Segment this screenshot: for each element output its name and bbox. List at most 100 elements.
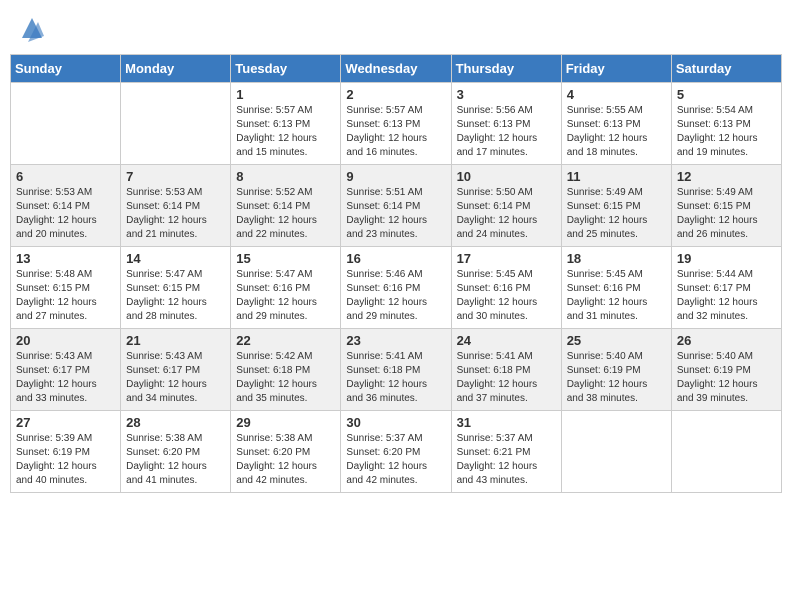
- day-info: Sunrise: 5:37 AM Sunset: 6:21 PM Dayligh…: [457, 432, 556, 488]
- day-number: 22: [236, 333, 335, 348]
- logo: [18, 14, 44, 42]
- day-info: Sunrise: 5:48 AM Sunset: 6:15 PM Dayligh…: [16, 268, 115, 324]
- calendar-week-2: 6 Sunrise: 5:53 AM Sunset: 6:14 PM Daylig…: [11, 165, 782, 247]
- day-info: Sunrise: 5:56 AM Sunset: 6:13 PM Dayligh…: [457, 104, 556, 160]
- calendar-cell: 4 Sunrise: 5:55 AM Sunset: 6:13 PM Daylig…: [561, 83, 671, 165]
- day-number: 27: [16, 415, 115, 430]
- day-info: Sunrise: 5:47 AM Sunset: 6:16 PM Dayligh…: [236, 268, 335, 324]
- day-number: 4: [567, 87, 666, 102]
- calendar-cell: 7 Sunrise: 5:53 AM Sunset: 6:14 PM Daylig…: [121, 165, 231, 247]
- day-info: Sunrise: 5:41 AM Sunset: 6:18 PM Dayligh…: [346, 350, 445, 406]
- calendar-cell: 11Sunrise: 5:49 AM Sunset: 6:15 PM Dayli…: [561, 165, 671, 247]
- day-info: Sunrise: 5:57 AM Sunset: 6:13 PM Dayligh…: [236, 104, 335, 160]
- day-number: 28: [126, 415, 225, 430]
- day-number: 3: [457, 87, 556, 102]
- calendar-cell: 5 Sunrise: 5:54 AM Sunset: 6:13 PM Daylig…: [671, 83, 781, 165]
- day-header-friday: Friday: [561, 55, 671, 83]
- day-info: Sunrise: 5:46 AM Sunset: 6:16 PM Dayligh…: [346, 268, 445, 324]
- calendar-cell: 29Sunrise: 5:38 AM Sunset: 6:20 PM Dayli…: [231, 411, 341, 493]
- day-info: Sunrise: 5:38 AM Sunset: 6:20 PM Dayligh…: [126, 432, 225, 488]
- calendar-cell: 19Sunrise: 5:44 AM Sunset: 6:17 PM Dayli…: [671, 247, 781, 329]
- day-number: 11: [567, 169, 666, 184]
- day-number: 26: [677, 333, 776, 348]
- day-number: 15: [236, 251, 335, 266]
- day-info: Sunrise: 5:38 AM Sunset: 6:20 PM Dayligh…: [236, 432, 335, 488]
- day-info: Sunrise: 5:40 AM Sunset: 6:19 PM Dayligh…: [567, 350, 666, 406]
- calendar-cell: 26 Sunrise: 5:40 AM Sunset: 6:19 PM Dayli…: [671, 329, 781, 411]
- day-header-monday: Monday: [121, 55, 231, 83]
- day-number: 24: [457, 333, 556, 348]
- calendar-cell: 14 Sunrise: 5:47 AM Sunset: 6:15 PM Dayli…: [121, 247, 231, 329]
- day-info: Sunrise: 5:57 AM Sunset: 6:13 PM Dayligh…: [346, 104, 445, 160]
- day-info: Sunrise: 5:37 AM Sunset: 6:20 PM Dayligh…: [346, 432, 445, 488]
- day-info: Sunrise: 5:40 AM Sunset: 6:19 PM Dayligh…: [677, 350, 776, 406]
- calendar-cell: 24 Sunrise: 5:41 AM Sunset: 6:18 PM Dayli…: [451, 329, 561, 411]
- day-number: 9: [346, 169, 445, 184]
- day-header-saturday: Saturday: [671, 55, 781, 83]
- calendar-cell: 12Sunrise: 5:49 AM Sunset: 6:15 PM Dayli…: [671, 165, 781, 247]
- day-info: Sunrise: 5:44 AM Sunset: 6:17 PM Dayligh…: [677, 268, 776, 324]
- day-info: Sunrise: 5:52 AM Sunset: 6:14 PM Dayligh…: [236, 186, 335, 242]
- day-info: Sunrise: 5:45 AM Sunset: 6:16 PM Dayligh…: [457, 268, 556, 324]
- calendar-cell: 8 Sunrise: 5:52 AM Sunset: 6:14 PM Daylig…: [231, 165, 341, 247]
- day-number: 6: [16, 169, 115, 184]
- day-info: Sunrise: 5:47 AM Sunset: 6:15 PM Dayligh…: [126, 268, 225, 324]
- calendar-cell: 28 Sunrise: 5:38 AM Sunset: 6:20 PM Dayli…: [121, 411, 231, 493]
- calendar-week-1: 1 Sunrise: 5:57 AM Sunset: 6:13 PM Daylig…: [11, 83, 782, 165]
- day-number: 17: [457, 251, 556, 266]
- calendar-cell: [11, 83, 121, 165]
- day-info: Sunrise: 5:42 AM Sunset: 6:18 PM Dayligh…: [236, 350, 335, 406]
- calendar-cell: 13 Sunrise: 5:48 AM Sunset: 6:15 PM Dayli…: [11, 247, 121, 329]
- calendar-cell: 22 Sunrise: 5:42 AM Sunset: 6:18 PM Dayli…: [231, 329, 341, 411]
- day-number: 21: [126, 333, 225, 348]
- day-header-thursday: Thursday: [451, 55, 561, 83]
- day-info: Sunrise: 5:54 AM Sunset: 6:13 PM Dayligh…: [677, 104, 776, 160]
- calendar-week-5: 27 Sunrise: 5:39 AM Sunset: 6:19 PM Dayli…: [11, 411, 782, 493]
- day-info: Sunrise: 5:53 AM Sunset: 6:14 PM Dayligh…: [126, 186, 225, 242]
- day-number: 5: [677, 87, 776, 102]
- day-info: Sunrise: 5:45 AM Sunset: 6:16 PM Dayligh…: [567, 268, 666, 324]
- calendar-cell: 25 Sunrise: 5:40 AM Sunset: 6:19 PM Dayli…: [561, 329, 671, 411]
- page-header: [10, 10, 782, 46]
- day-number: 25: [567, 333, 666, 348]
- day-info: Sunrise: 5:41 AM Sunset: 6:18 PM Dayligh…: [457, 350, 556, 406]
- day-number: 31: [457, 415, 556, 430]
- calendar-cell: [671, 411, 781, 493]
- day-number: 1: [236, 87, 335, 102]
- day-info: Sunrise: 5:55 AM Sunset: 6:13 PM Dayligh…: [567, 104, 666, 160]
- day-number: 8: [236, 169, 335, 184]
- day-number: 23: [346, 333, 445, 348]
- day-number: 12: [677, 169, 776, 184]
- day-number: 10: [457, 169, 556, 184]
- day-info: Sunrise: 5:53 AM Sunset: 6:14 PM Dayligh…: [16, 186, 115, 242]
- calendar-cell: 31 Sunrise: 5:37 AM Sunset: 6:21 PM Dayli…: [451, 411, 561, 493]
- calendar-cell: [561, 411, 671, 493]
- day-number: 30: [346, 415, 445, 430]
- calendar-cell: 30 Sunrise: 5:37 AM Sunset: 6:20 PM Dayli…: [341, 411, 451, 493]
- calendar-week-3: 13 Sunrise: 5:48 AM Sunset: 6:15 PM Dayli…: [11, 247, 782, 329]
- calendar-cell: 3 Sunrise: 5:56 AM Sunset: 6:13 PM Daylig…: [451, 83, 561, 165]
- calendar-cell: [121, 83, 231, 165]
- calendar-cell: 20Sunrise: 5:43 AM Sunset: 6:17 PM Dayli…: [11, 329, 121, 411]
- day-number: 13: [16, 251, 115, 266]
- day-number: 18: [567, 251, 666, 266]
- calendar-cell: 17 Sunrise: 5:45 AM Sunset: 6:16 PM Dayli…: [451, 247, 561, 329]
- day-header-sunday: Sunday: [11, 55, 121, 83]
- logo-icon: [20, 14, 44, 42]
- day-header-wednesday: Wednesday: [341, 55, 451, 83]
- day-info: Sunrise: 5:43 AM Sunset: 6:17 PM Dayligh…: [16, 350, 115, 406]
- calendar-cell: 23 Sunrise: 5:41 AM Sunset: 6:18 PM Dayli…: [341, 329, 451, 411]
- calendar-cell: 27 Sunrise: 5:39 AM Sunset: 6:19 PM Dayli…: [11, 411, 121, 493]
- calendar-cell: 15 Sunrise: 5:47 AM Sunset: 6:16 PM Dayli…: [231, 247, 341, 329]
- day-number: 7: [126, 169, 225, 184]
- day-info: Sunrise: 5:43 AM Sunset: 6:17 PM Dayligh…: [126, 350, 225, 406]
- day-header-tuesday: Tuesday: [231, 55, 341, 83]
- calendar-cell: 18 Sunrise: 5:45 AM Sunset: 6:16 PM Dayli…: [561, 247, 671, 329]
- calendar-table: SundayMondayTuesdayWednesdayThursdayFrid…: [10, 54, 782, 493]
- days-header-row: SundayMondayTuesdayWednesdayThursdayFrid…: [11, 55, 782, 83]
- calendar-cell: 10Sunrise: 5:50 AM Sunset: 6:14 PM Dayli…: [451, 165, 561, 247]
- day-info: Sunrise: 5:39 AM Sunset: 6:19 PM Dayligh…: [16, 432, 115, 488]
- calendar-cell: 2 Sunrise: 5:57 AM Sunset: 6:13 PM Daylig…: [341, 83, 451, 165]
- day-number: 14: [126, 251, 225, 266]
- day-number: 2: [346, 87, 445, 102]
